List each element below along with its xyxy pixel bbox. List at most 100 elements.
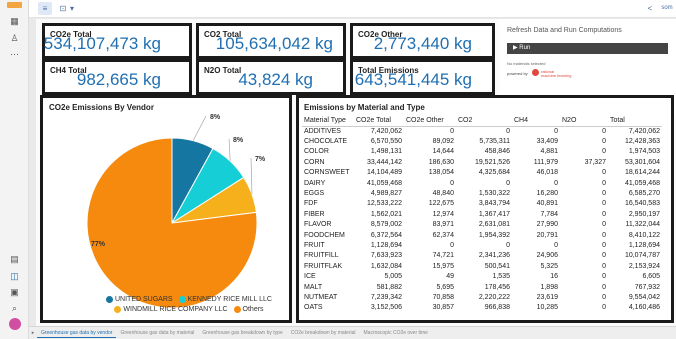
table-cell: FOODCHEM (304, 231, 345, 239)
table-cell: 12,974 (432, 210, 454, 218)
table-row: CORNSWEET 14,104,489 138,054 4,325,684 46,01… (302, 168, 662, 178)
legend-label: Others (242, 306, 264, 313)
table-cell: 12,533,222 (366, 200, 402, 208)
table-title: Emissions by Material and Type (304, 103, 425, 112)
card-value: 643,541,445 kg (354, 70, 472, 89)
table-cell: 1,974,503 (628, 148, 660, 156)
table-cell: 0 (506, 179, 510, 187)
table-cell: 4,989,827 (370, 190, 402, 198)
column-header[interactable]: CO2e Total (354, 116, 404, 127)
status-note: No materials selected (507, 61, 546, 66)
column-header[interactable]: CO2e Other (404, 116, 456, 127)
legend-swatch (106, 296, 113, 303)
table-cell: 10,285 (536, 304, 558, 312)
table-cell: 2,631,081 (478, 221, 510, 229)
table-cell: 4,160,486 (628, 304, 660, 312)
table-cell: FRUITFILL (304, 252, 339, 260)
table-cell: CHOCOLATE (304, 138, 348, 146)
table-cell: 0 (602, 138, 606, 146)
column-header[interactable]: Material Type (302, 116, 354, 127)
table-cell: COLOR (304, 148, 329, 156)
table-cell: 19,521,526 (474, 158, 510, 166)
legend-item[interactable]: Others (233, 306, 264, 313)
table-cell: 15,975 (432, 262, 454, 270)
card-value: 43,824 kg (238, 70, 313, 89)
page-tab[interactable]: CO2e breakdown by material (287, 328, 360, 338)
page-tab[interactable]: Greenhouse gas breakdown by type (198, 328, 286, 338)
tab-scroll-icon[interactable]: ▸ (29, 330, 37, 336)
table-cell: 5,695 (436, 283, 454, 291)
app-logo[interactable] (7, 2, 22, 8)
grid-icon[interactable]: ▦ (8, 15, 21, 28)
chart-legend: UNITED SUGARS KENNEDY RICE MILL LLC WINDMI… (89, 296, 289, 316)
table-cell: 8,410,122 (628, 231, 660, 239)
share-icon[interactable]: < (645, 2, 655, 15)
column-header[interactable]: CO2 (456, 116, 512, 127)
powered-by-label: powered by (507, 71, 528, 76)
report-icon[interactable]: ◫ (8, 270, 21, 283)
table-body: ADDITIVES 7,420,062 0 0 0 0 7,420,062 CHOCOLATE… (302, 126, 662, 313)
table-cell: 27,990 (536, 221, 558, 229)
table-cell: FLAVOR (304, 221, 332, 229)
table-cell: 0 (506, 241, 510, 249)
top-toolbar: ≡ ⊡ ▾ < som (29, 0, 676, 18)
menu-icon[interactable]: ≡ (38, 2, 52, 15)
table-cell: 83,971 (432, 221, 454, 229)
card-value: 105,634,042 kg (215, 34, 333, 53)
table-cell: ADDITIVES (304, 127, 341, 135)
column-header[interactable]: Total (608, 116, 662, 127)
card-value: 2,773,440 kg (373, 34, 472, 53)
user-icon[interactable]: ♙ (8, 32, 21, 45)
legend-item[interactable]: UNITED SUGARS (106, 296, 173, 303)
table-cell: CORNSWEET (304, 169, 350, 177)
column-header[interactable]: CH4 (512, 116, 560, 127)
table-row: FIBER 1,562,021 12,974 1,367,417 7,784 0 2,950… (302, 209, 662, 219)
page-tab[interactable]: Greenhouse gas data by vendor (37, 328, 117, 338)
brand-name: rational machine learning (541, 69, 572, 78)
legend-swatch (178, 296, 186, 303)
card-n2o-total: N2O Total 43,824 kg (196, 59, 346, 95)
table-cell: 0 (602, 262, 606, 270)
table-cell: 0 (602, 148, 606, 156)
table-cell: 89,092 (432, 138, 454, 146)
table-cell: 14,644 (432, 148, 454, 156)
table-row: OATS 3,152,506 30,857 966,838 10,285 0 4,160,4… (302, 303, 662, 313)
table-row: FRUIT 1,128,694 0 0 0 0 1,128,694 (302, 240, 662, 250)
table-cell: 2,950,197 (628, 210, 660, 218)
user-name[interactable]: som (659, 2, 675, 15)
table-cell: 0 (554, 179, 558, 187)
table-row: FOODCHEM 6,372,564 62,374 1,954,392 20,791 0 8… (302, 230, 662, 240)
legend-item[interactable]: WINDMILL RICE COMPANY LLC (114, 306, 228, 313)
run-button[interactable]: ▶ Run (507, 43, 668, 54)
column-header[interactable]: N2O (560, 116, 608, 127)
panel-icon[interactable]: ▤ (8, 253, 21, 266)
refresh-title: Refresh Data and Run Computations (507, 27, 622, 34)
data-icon[interactable]: ▣ (8, 286, 21, 299)
table-cell: 0 (450, 241, 454, 249)
legend-item[interactable]: KENNEDY RICE MILL LLC (178, 296, 272, 303)
page-tab[interactable]: Greenhouse gas data by material (116, 328, 198, 338)
table-cell: 6,585,270 (628, 190, 660, 198)
layout-icon[interactable]: ⊡ (58, 2, 68, 15)
emissions-table: Material Type CO2e Total CO2e Other CO2 CH4 N… (302, 116, 662, 313)
table-cell: 1,128,694 (628, 241, 660, 249)
table-cell: 0 (602, 273, 606, 281)
table-cell: 49 (446, 273, 454, 281)
page-tab[interactable]: Macroscopic CO2e over time (360, 328, 432, 338)
legend-label: WINDMILL RICE COMPANY LLC (123, 306, 228, 313)
slice-label: 8% (233, 137, 244, 144)
card-co2e-total: CO2e Total 534,107,473 kg (42, 23, 192, 59)
table-cell: 5,735,311 (479, 138, 510, 146)
avatar[interactable] (9, 318, 21, 330)
search-icon[interactable]: ⌕ (8, 302, 21, 315)
table-cell: 2,341,236 (478, 252, 510, 260)
table-cell: 6,570,550 (370, 138, 402, 146)
more-icon[interactable]: ⋯ (8, 48, 21, 61)
table-row: DAIRY 41,059,468 0 0 0 0 41,059,468 (302, 178, 662, 188)
chevron-down-icon[interactable]: ▾ (68, 2, 76, 15)
table-cell: 14,104,489 (366, 169, 402, 177)
table-cell: 0 (602, 169, 606, 177)
card-value: 534,107,473 kg (43, 34, 161, 53)
table-cell: 18,614,244 (624, 169, 660, 177)
table-cell: 0 (602, 190, 606, 198)
